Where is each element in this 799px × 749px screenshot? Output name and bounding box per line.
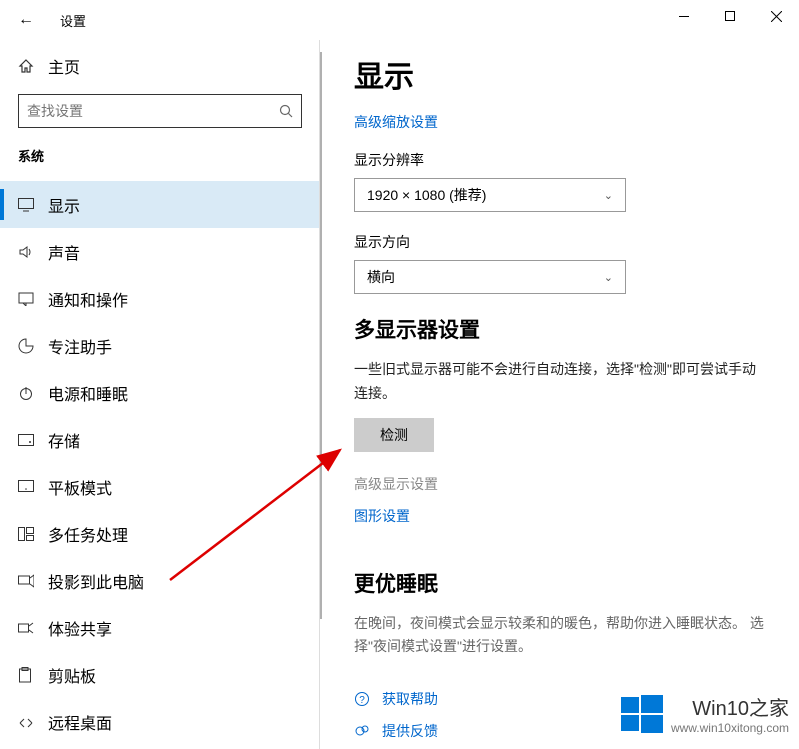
maximize-icon [725, 11, 735, 21]
clipboard-icon [18, 667, 48, 683]
sidebar-item-label: 投影到此电脑 [48, 569, 144, 593]
watermark: Win10之家 www.win10xitong.com [621, 692, 789, 735]
resolution-value: 1920 × 1080 (推荐) [367, 185, 486, 205]
orientation-value: 横向 [367, 267, 395, 287]
focus-icon [18, 338, 48, 354]
sidebar-item-share[interactable]: 体验共享 [0, 604, 320, 651]
sidebar-item-label: 专注助手 [48, 334, 112, 358]
feedback-label: 提供反馈 [382, 721, 438, 741]
advanced-scale-link[interactable]: 高级缩放设置 [354, 112, 438, 132]
feedback-icon [354, 723, 382, 739]
display-icon [18, 198, 48, 212]
maximize-button[interactable] [707, 0, 753, 32]
orientation-label: 显示方向 [354, 232, 765, 252]
remote-icon [18, 715, 48, 729]
sidebar-item-sound[interactable]: 声音 [0, 228, 320, 275]
close-icon [771, 11, 782, 22]
notification-icon [18, 292, 48, 306]
search-icon [279, 104, 293, 118]
sidebar-item-label: 声音 [48, 240, 80, 264]
power-icon [18, 385, 48, 401]
sidebar-item-power[interactable]: 电源和睡眠 [0, 369, 320, 416]
resolution-label: 显示分辨率 [354, 150, 765, 170]
watermark-title: Win10之家 [671, 692, 789, 721]
sidebar-item-notifications[interactable]: 通知和操作 [0, 275, 320, 322]
sidebar-item-focus[interactable]: 专注助手 [0, 322, 320, 369]
home-link[interactable]: 主页 [18, 48, 302, 84]
sidebar-item-label: 电源和睡眠 [48, 381, 128, 405]
sound-icon [18, 245, 48, 259]
scrollbar[interactable] [320, 52, 322, 619]
storage-icon [18, 434, 48, 446]
sidebar-item-label: 显示 [48, 193, 80, 217]
orientation-select[interactable]: 横向 ⌄ [354, 260, 626, 294]
page-heading: 显示 [354, 52, 765, 96]
sidebar-item-label: 通知和操作 [48, 287, 128, 311]
windows-logo-icon [621, 693, 663, 735]
window-title: 设置 [60, 11, 86, 30]
sidebar-item-display[interactable]: 显示 [0, 181, 320, 228]
help-icon: ? [354, 691, 382, 707]
sidebar-item-tablet[interactable]: 平板模式 [0, 463, 320, 510]
sidebar-item-label: 体验共享 [48, 616, 112, 640]
share-icon [18, 621, 48, 635]
chevron-down-icon: ⌄ [604, 189, 613, 202]
minimize-button[interactable] [661, 0, 707, 32]
multi-monitor-heading: 多显示器设置 [354, 314, 765, 344]
resolution-select[interactable]: 1920 × 1080 (推荐) ⌄ [354, 178, 626, 212]
category-label: 系统 [18, 146, 302, 165]
close-button[interactable] [753, 0, 799, 32]
home-icon [18, 58, 48, 74]
tablet-icon [18, 480, 48, 494]
sidebar-item-clipboard[interactable]: 剪贴板 [0, 651, 320, 698]
main-content: 显示 高级缩放设置 显示分辨率 1920 × 1080 (推荐) ⌄ 显示方向 … [320, 40, 799, 749]
sleep-heading: 更优睡眠 [354, 568, 765, 598]
sidebar-item-label: 远程桌面 [48, 710, 112, 734]
graphics-link[interactable]: 图形设置 [354, 506, 410, 526]
minimize-icon [679, 16, 689, 17]
sidebar-item-label: 剪贴板 [48, 663, 96, 687]
back-button[interactable]: ← [18, 11, 48, 29]
sidebar: 主页 系统 显示 声音 通知和操作 专注助手 [0, 40, 320, 749]
sidebar-item-label: 存储 [48, 428, 80, 452]
advanced-display-link[interactable]: 高级显示设置 [354, 474, 765, 494]
svg-text:?: ? [359, 695, 365, 706]
sidebar-item-label: 平板模式 [48, 475, 112, 499]
home-label: 主页 [48, 54, 80, 78]
sidebar-item-remote[interactable]: 远程桌面 [0, 698, 320, 745]
search-input[interactable] [18, 94, 302, 128]
help-label: 获取帮助 [382, 689, 438, 709]
project-icon [18, 574, 48, 588]
sleep-desc: 在晚间，夜间模式会显示较柔和的暖色，帮助你进入睡眠状态。 选择"夜间模式设置"进… [354, 612, 765, 660]
multi-monitor-desc: 一些旧式显示器可能不会进行自动连接，选择"检测"即可尝试手动连接。 [354, 358, 765, 406]
sidebar-item-multitask[interactable]: 多任务处理 [0, 510, 320, 557]
sidebar-item-storage[interactable]: 存储 [0, 416, 320, 463]
sidebar-item-label: 多任务处理 [48, 522, 128, 546]
search-field[interactable] [27, 103, 279, 119]
sidebar-item-project[interactable]: 投影到此电脑 [0, 557, 320, 604]
detect-button[interactable]: 检测 [354, 418, 434, 452]
multitask-icon [18, 527, 48, 541]
chevron-down-icon: ⌄ [604, 271, 613, 284]
watermark-url: www.win10xitong.com [671, 721, 789, 735]
